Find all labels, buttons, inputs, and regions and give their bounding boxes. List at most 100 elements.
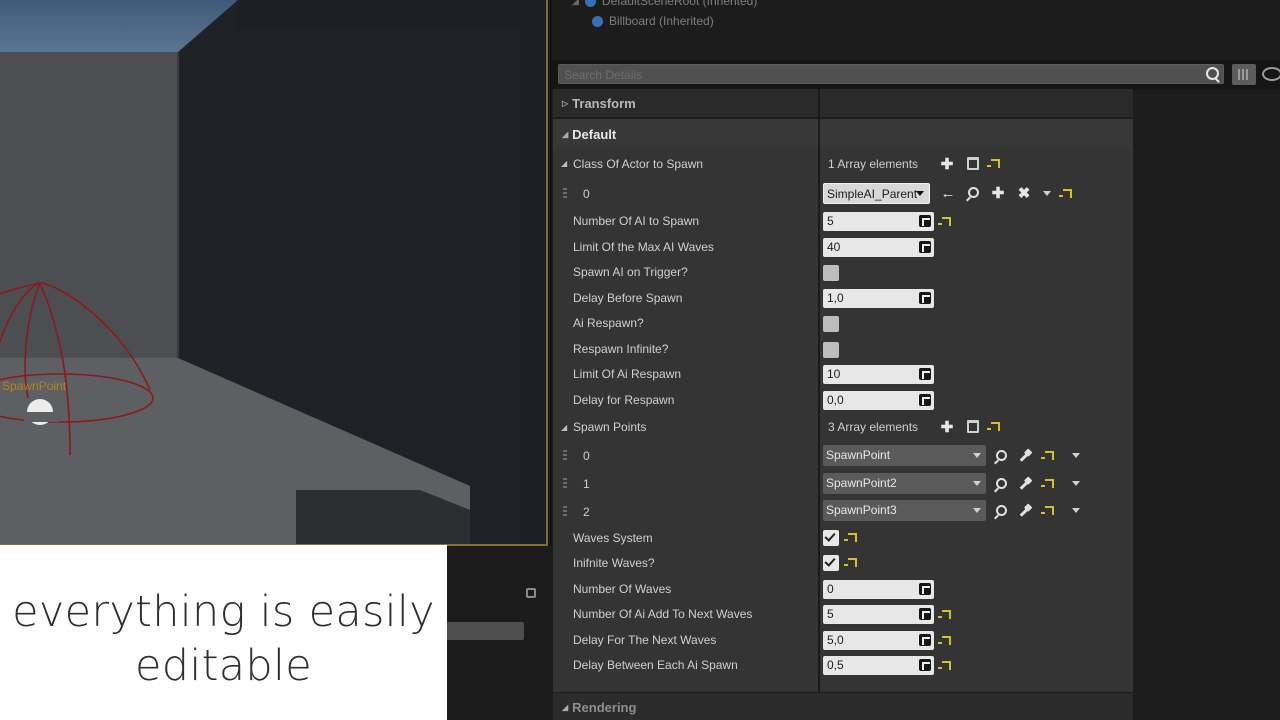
spawn-on-trigger-label: Spawn AI on Trigger?	[573, 265, 688, 279]
drag-handle-icon[interactable]	[563, 478, 567, 490]
array-count: 3 Array elements	[828, 420, 919, 434]
limit-respawn-field[interactable]: 10	[823, 365, 934, 384]
lock-icon[interactable]	[526, 588, 536, 598]
delay-before-spawn-label: Delay Before Spawn	[573, 291, 683, 305]
waves-system-checkbox[interactable]	[823, 530, 839, 546]
waves-system-label: Waves System	[573, 531, 653, 545]
infinite-waves-label: Inifnite Waves?	[573, 556, 655, 570]
section-title: Transform	[572, 95, 636, 111]
expanded-arrow-icon[interactable]: ◢	[561, 423, 567, 432]
add-icon[interactable]: ✚	[990, 185, 1006, 201]
reset-to-default-icon[interactable]	[938, 217, 951, 226]
use-selected-arrow-icon[interactable]: ←	[940, 185, 956, 201]
ai-respawn-checkbox[interactable]	[823, 316, 839, 332]
delay-before-spawn-field[interactable]: 1,0	[823, 289, 934, 308]
spawn-point-dropdown[interactable]: SpawnPoint3	[823, 500, 986, 521]
reset-to-default-icon[interactable]	[1041, 479, 1054, 488]
billboard-icon	[592, 15, 603, 27]
reset-to-default-icon[interactable]	[1059, 189, 1072, 198]
search-details-bar	[558, 64, 1224, 84]
trash-icon[interactable]	[967, 157, 979, 170]
add-element-icon[interactable]: ✚	[939, 156, 955, 172]
reset-to-default-icon[interactable]	[987, 422, 1000, 431]
expanded-arrow-icon: ◢	[562, 702, 569, 712]
chevron-down-icon	[916, 191, 924, 196]
reset-to-default-icon[interactable]	[1041, 451, 1054, 460]
property-matrix-button[interactable]	[1232, 64, 1256, 85]
number-of-waves-label: Number Of Waves	[573, 582, 672, 596]
class-of-actor-label: Class Of Actor to Spawn	[573, 157, 704, 171]
section-rendering[interactable]: ◢ Rendering	[553, 693, 1133, 720]
array-index: 0	[583, 187, 590, 201]
reset-to-default-icon[interactable]	[938, 610, 951, 619]
field-value: 5,0	[827, 633, 844, 647]
reset-to-default-icon[interactable]	[938, 661, 951, 670]
spawn-point-dropdown[interactable]: SpawnPoint	[823, 445, 986, 466]
number-of-waves-field[interactable]: 0	[823, 580, 934, 599]
clear-icon[interactable]: ✖	[1016, 185, 1032, 201]
reset-to-default-icon[interactable]	[987, 159, 1000, 168]
expand-field-icon	[919, 215, 931, 227]
spawn-point-value: SpawnPoint	[826, 448, 891, 462]
reset-to-default-icon[interactable]	[938, 636, 951, 645]
search-icon[interactable]	[1206, 67, 1219, 80]
chevron-down-icon	[973, 508, 981, 513]
drag-handle-icon[interactable]	[563, 506, 567, 518]
level-viewport[interactable]: SpawnPoint	[0, 0, 548, 546]
limit-max-waves-field[interactable]: 40	[823, 238, 934, 257]
limit-respawn-label: Limit Of Ai Respawn	[573, 367, 682, 381]
scene-root-icon	[584, 0, 596, 7]
spawn-on-trigger-checkbox[interactable]	[823, 265, 839, 281]
expanded-arrow-icon: ◢	[562, 129, 569, 139]
outliner-item-label: DefaultSceneRoot (Inherited)	[601, 0, 758, 8]
browse-icon[interactable]	[996, 505, 1007, 516]
spawn-point-value: SpawnPoint3	[826, 503, 897, 517]
delay-each-spawn-field[interactable]: 0,5	[823, 656, 934, 675]
chevron-down-icon[interactable]	[1072, 453, 1080, 458]
spawn-point-dropdown[interactable]: SpawnPoint2	[823, 473, 986, 494]
class-picker-value: SimpleAI_Parent	[827, 187, 918, 201]
expand-field-icon	[919, 583, 931, 595]
infinite-waves-checkbox[interactable]	[823, 555, 839, 571]
field-value: 0,5	[827, 658, 844, 672]
field-value: 5	[827, 607, 834, 621]
trash-icon[interactable]	[967, 420, 979, 433]
reset-to-default-icon[interactable]	[844, 533, 857, 542]
outliner-item[interactable]: Billboard (Inherited)	[592, 14, 714, 28]
field-value: 0	[827, 582, 834, 596]
spawn-point-value: SpawnPoint2	[826, 476, 897, 490]
expanded-arrow-icon[interactable]: ◢	[561, 159, 567, 168]
delay-each-spawn-label: Delay Between Each Ai Spawn	[573, 658, 738, 672]
add-to-next-field[interactable]: 5	[823, 605, 934, 624]
browse-icon[interactable]	[996, 478, 1007, 489]
browse-icon[interactable]	[968, 187, 979, 198]
reset-to-default-icon[interactable]	[1041, 506, 1054, 515]
respawn-infinite-checkbox[interactable]	[823, 342, 839, 358]
number-of-ai-field[interactable]: 5	[823, 212, 934, 231]
delay-next-waves-field[interactable]: 5,0	[823, 631, 934, 650]
array-count: 1 Array elements	[828, 157, 919, 171]
search-details-input[interactable]	[564, 67, 1194, 82]
outliner-item[interactable]: ◢ DefaultSceneRoot (Inherited)	[572, 0, 757, 8]
section-transform[interactable]: ▷ Transform	[553, 89, 1133, 117]
delay-respawn-field[interactable]: 0,0	[823, 391, 934, 410]
drag-handle-icon[interactable]	[563, 188, 567, 200]
section-default[interactable]: ◢ Default	[553, 119, 1133, 149]
caption-line: editable	[134, 641, 312, 691]
browse-icon[interactable]	[996, 450, 1007, 461]
drag-handle-icon[interactable]	[563, 450, 567, 462]
respawn-infinite-label: Respawn Infinite?	[573, 342, 669, 356]
chevron-down-icon[interactable]	[1043, 191, 1051, 196]
number-of-ai-label: Number Of AI to Spawn	[573, 214, 700, 228]
expand-field-icon	[919, 368, 931, 380]
column-divider[interactable]	[818, 89, 820, 720]
expand-arrow-icon: ◢	[572, 0, 579, 6]
caption-card: everything is easily editable	[0, 545, 447, 720]
add-element-icon[interactable]: ✚	[939, 419, 955, 435]
chevron-down-icon[interactable]	[1072, 481, 1080, 486]
class-picker-dropdown[interactable]: SimpleAI_Parent	[823, 183, 930, 204]
lower-search-field[interactable]	[446, 622, 524, 640]
chevron-down-icon[interactable]	[1072, 508, 1080, 513]
reset-to-default-icon[interactable]	[844, 558, 857, 567]
view-options-eye-icon[interactable]	[1262, 67, 1280, 81]
